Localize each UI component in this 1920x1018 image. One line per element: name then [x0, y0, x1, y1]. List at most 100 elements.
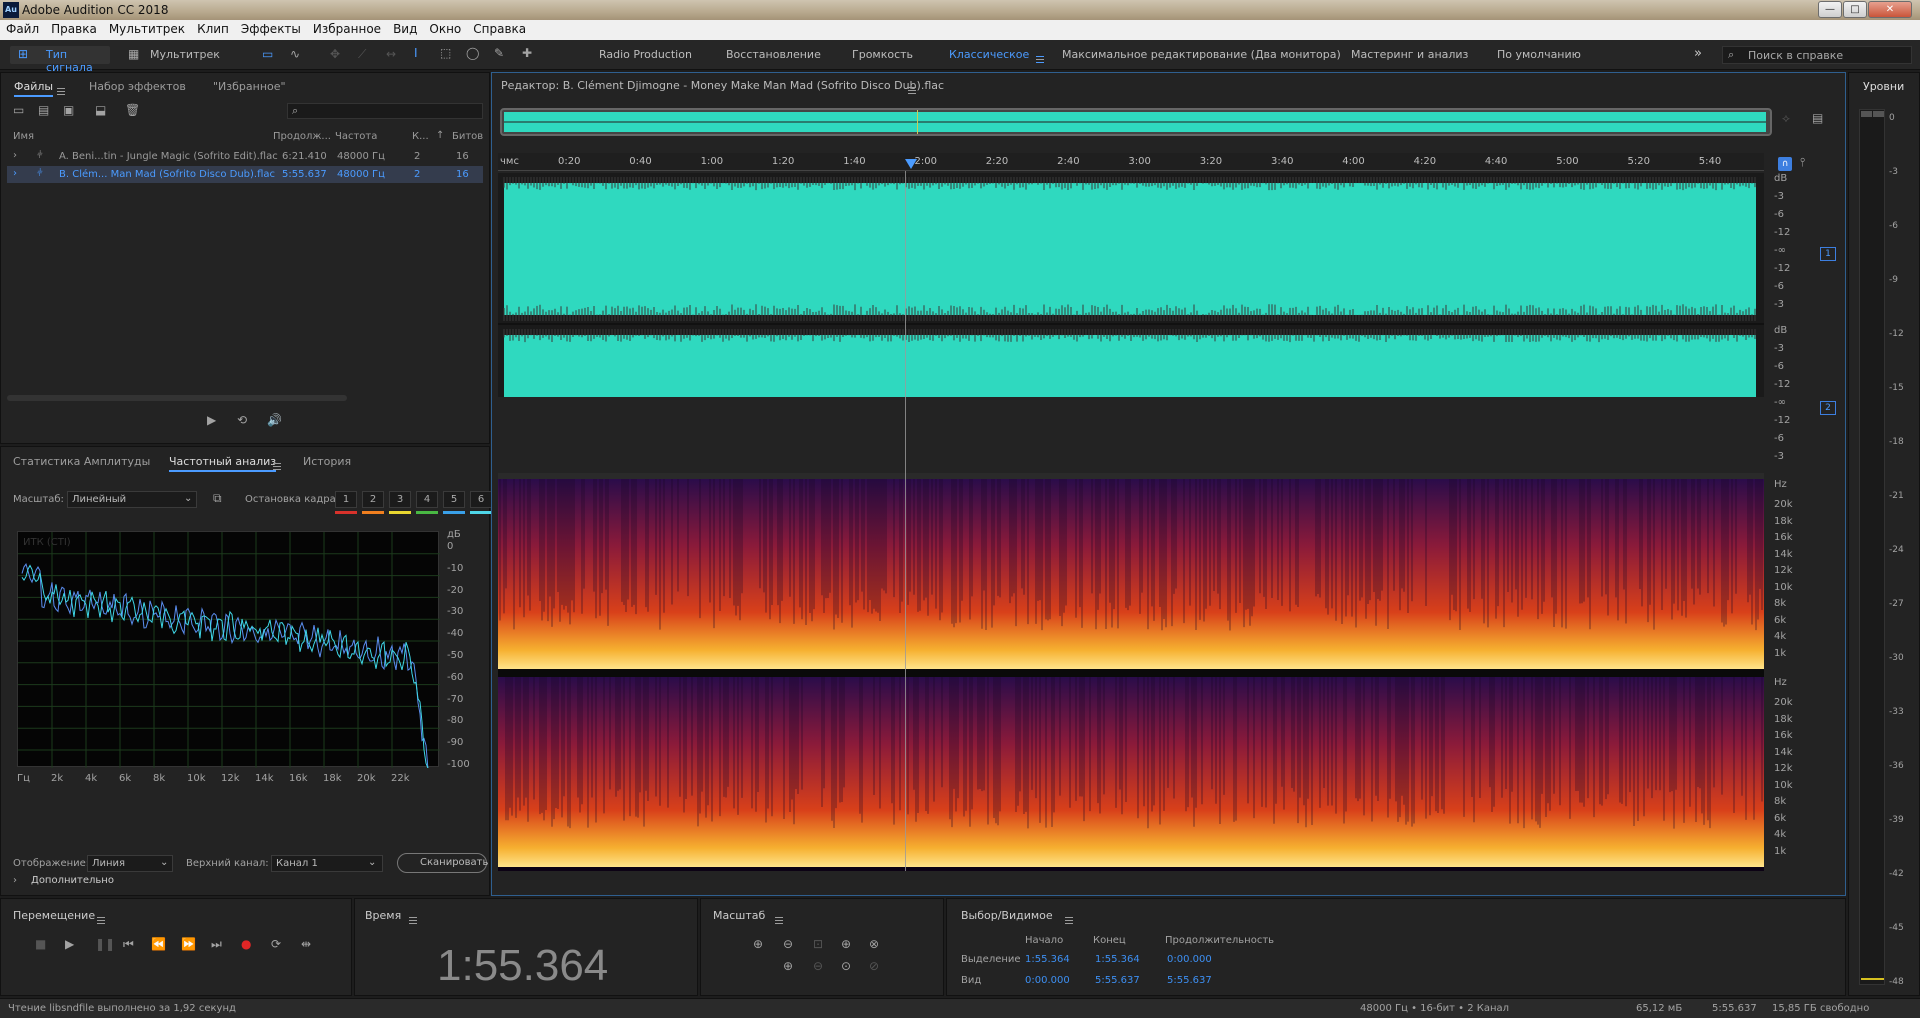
menu-effects[interactable]: Эффекты [235, 20, 307, 36]
new-file-icon[interactable]: ▣ [63, 103, 74, 117]
menu-multitrack[interactable]: Мультитрек [103, 20, 191, 36]
skip-to-end-icon[interactable]: ⏭ [211, 937, 222, 952]
skip-to-start-icon[interactable]: ⏮ [123, 937, 134, 952]
scan-button[interactable]: Сканировать [397, 853, 488, 873]
save-snapshot-icon[interactable]: ⧉ [213, 491, 222, 506]
open-file-icon[interactable]: ▭ [13, 103, 24, 117]
fast-forward-icon[interactable]: ⏩ [181, 937, 196, 951]
channel-badge-1[interactable]: 1 [1820, 247, 1836, 261]
view-start[interactable]: 0:00.000 [1025, 975, 1070, 986]
files-search-input[interactable]: ⌕ [287, 103, 483, 119]
tab-history[interactable]: История [303, 455, 351, 468]
workspace-edit-dual-monitor[interactable]: Максимальное редактирование (Два монитор… [1062, 48, 1341, 61]
freeze-frame-button[interactable]: 3 [389, 491, 411, 508]
menu-help[interactable]: Справка [467, 20, 532, 36]
spot-healing-tool-icon[interactable]: ✚ [522, 46, 532, 60]
expand-icon[interactable]: › [13, 168, 17, 179]
stop-icon[interactable]: ■ [35, 937, 46, 951]
selection-start[interactable]: 1:55.364 [1025, 954, 1070, 965]
time-ruler[interactable]: чмс 0:20 0:40 1:00 1:20 1:40 2:00 2:20 2:40 3:00 3… [498, 153, 1764, 171]
loop-playback-icon[interactable]: ⟳ [271, 937, 281, 951]
menu-favorites[interactable]: Избранное [307, 20, 387, 36]
files-panel-menu-icon[interactable] [57, 87, 65, 95]
transport-menu-icon[interactable] [97, 916, 105, 924]
workspace-radio-production[interactable]: Radio Production [599, 48, 692, 61]
workspace-restoration[interactable]: Восстановление [726, 48, 821, 61]
record-icon[interactable]: ● [241, 937, 251, 951]
pitch-display-icon[interactable]: ∿ [290, 47, 300, 61]
spectral-display[interactable] [498, 479, 1764, 871]
delete-icon[interactable]: 🗑 [125, 103, 140, 117]
overview-options-icon[interactable]: ▤ [1812, 111, 1823, 125]
time-menu-icon[interactable] [409, 916, 417, 924]
more-workspaces-icon[interactable]: » [1694, 46, 1702, 61]
selection-menu-icon[interactable] [1065, 916, 1073, 924]
freeze-frame-button[interactable]: 6 [470, 491, 492, 508]
zoom-menu-icon[interactable] [775, 916, 783, 924]
slip-tool-icon[interactable]: ↔ [386, 47, 396, 61]
workspace-loudness[interactable]: Громкость [852, 48, 913, 61]
tab-amplitude-statistics[interactable]: Статистика Амплитуды [13, 455, 150, 468]
menu-window[interactable]: Окно [423, 20, 467, 36]
zoom-handle-icon[interactable]: ⟡ [1782, 111, 1790, 126]
close-button[interactable]: ✕ [1868, 1, 1912, 18]
zoom-in-time-icon[interactable]: ⊕ [841, 937, 851, 951]
chevron-right-icon[interactable]: › [13, 875, 17, 886]
play-icon[interactable]: ▶ [65, 937, 74, 951]
zoom-out-full-icon[interactable]: ⊗ [869, 937, 879, 951]
analysis-panel-menu-icon[interactable] [273, 462, 281, 470]
zoom-out-time-icon[interactable]: ⊖ [813, 959, 823, 973]
brush-tool-icon[interactable]: ✎ [494, 46, 504, 60]
help-search-input[interactable]: ⌕ Поиск в справке [1722, 46, 1912, 64]
display-dropdown[interactable]: Линия ⌄ [87, 855, 173, 872]
workspace-mastering[interactable]: Мастеринг и анализ [1351, 48, 1468, 61]
zoom-fit-icon[interactable]: ⊙ [841, 959, 851, 973]
workspace-default[interactable]: По умолчанию [1497, 48, 1581, 61]
zoom-reset-icon[interactable]: ⊘ [869, 959, 879, 973]
workspace-classic[interactable]: Классическое [949, 48, 1029, 61]
maximize-button[interactable]: □ [1843, 1, 1867, 18]
razor-tool-icon[interactable]: ⟋ [358, 47, 366, 62]
tab-effects-rack[interactable]: Набор эффектов [89, 80, 186, 93]
files-scrollbar[interactable] [7, 395, 347, 401]
editor-menu-icon[interactable] [908, 86, 916, 94]
freeze-frame-button[interactable]: 5 [443, 491, 465, 508]
marquee-tool-icon[interactable]: ⬚ [440, 46, 451, 60]
menu-view[interactable]: Вид [387, 20, 423, 36]
sort-ascending-icon[interactable]: ↑ [436, 130, 444, 141]
selection-duration[interactable]: 0:00.000 [1167, 954, 1212, 965]
workspace-menu-icon[interactable] [1036, 55, 1044, 63]
channel-dropdown[interactable]: Канал 1 ⌄ [271, 855, 383, 872]
expand-icon[interactable]: › [13, 150, 17, 161]
zoom-in-time-icon[interactable]: ⊕ [783, 959, 793, 973]
snap-icon[interactable]: ∩ [1778, 157, 1792, 171]
col-channels[interactable]: К... [412, 131, 429, 142]
col-duration[interactable]: Продолж... [273, 131, 331, 142]
import-file-icon[interactable]: ▤ [38, 103, 49, 117]
file-row[interactable]: › ⫩ A. Beni...tin - Jungle Magic (Sofrit… [7, 148, 483, 165]
tab-files[interactable]: Файлы [14, 80, 54, 97]
minimize-button[interactable]: — [1818, 1, 1842, 18]
skip-selection-icon[interactable]: ⇹ [301, 937, 311, 951]
move-tool-icon[interactable]: ✥ [330, 47, 340, 61]
waveform-view-button[interactable]: ⊞ Тип сигнала [10, 46, 110, 74]
view-duration[interactable]: 5:55.637 [1167, 975, 1212, 986]
insert-multitrack-icon[interactable]: ⬓ [95, 103, 106, 117]
advanced-toggle[interactable]: Дополнительно [31, 875, 114, 886]
freeze-frame-button[interactable]: 1 [335, 491, 357, 508]
lasso-tool-icon[interactable]: ◯ [466, 46, 479, 60]
channel-badge-2[interactable]: 2 [1820, 401, 1836, 415]
play-preview-icon[interactable]: ▶ [207, 413, 216, 427]
tab-frequency-analysis[interactable]: Частотный анализ [169, 455, 277, 472]
view-end[interactable]: 5:55.637 [1095, 975, 1140, 986]
zoom-to-selection-icon[interactable]: ⊡ [813, 937, 823, 951]
col-name[interactable]: Имя [13, 131, 34, 142]
tab-favorites[interactable]: "Избранное" [213, 80, 286, 93]
autoplay-icon[interactable]: 🔊 [267, 413, 282, 427]
marker-pin-icon[interactable]: ⫯ [1800, 155, 1805, 170]
pause-icon[interactable]: ❚❚ [95, 937, 115, 951]
time-selection-tool-icon[interactable]: I [414, 46, 418, 60]
col-rate[interactable]: Частота [335, 131, 377, 142]
menu-clip[interactable]: Клип [191, 20, 235, 36]
spectral-display-icon[interactable]: ▭ [262, 47, 273, 61]
